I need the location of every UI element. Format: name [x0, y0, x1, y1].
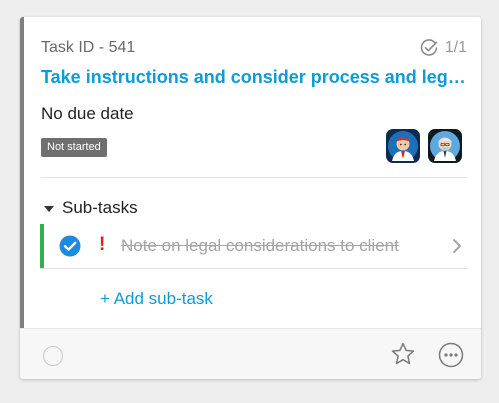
- divider: [41, 177, 467, 178]
- checklist-count-text: 1/1: [444, 39, 467, 56]
- checklist-count: 1/1: [419, 38, 467, 58]
- check-circle-icon: [419, 38, 439, 58]
- due-date[interactable]: No due date: [41, 104, 134, 124]
- assignee-avatar-2[interactable]: [428, 129, 462, 163]
- task-id: Task ID - 541: [41, 39, 136, 56]
- subtasks-header-label: Sub-tasks: [62, 198, 138, 217]
- caret-down-icon: [44, 206, 54, 212]
- subtask-row[interactable]: ! Note on legal considerations to client: [40, 224, 468, 269]
- card-footer: [20, 328, 481, 379]
- task-card[interactable]: Task ID - 541 1/1 Take instructions and …: [20, 17, 481, 379]
- subtask-title[interactable]: Note on legal considerations to client: [121, 236, 436, 256]
- checkmark-circle-icon[interactable]: [59, 235, 81, 257]
- subtasks-toggle[interactable]: Sub-tasks: [44, 198, 138, 218]
- chevron-right-icon[interactable]: [451, 238, 463, 254]
- star-icon[interactable]: [390, 341, 416, 367]
- subtask-status-bar: [40, 224, 44, 268]
- task-title[interactable]: Take instructions and consider process a…: [41, 67, 466, 88]
- add-subtask-button[interactable]: + Add sub-task: [100, 289, 213, 309]
- assignee-avatar-1[interactable]: [386, 129, 420, 163]
- status-badge[interactable]: Not started: [41, 138, 107, 157]
- priority-flag: !: [99, 234, 106, 255]
- card-accent-bar: [20, 17, 24, 328]
- circle-icon[interactable]: [43, 346, 63, 366]
- more-horizontal-icon[interactable]: [438, 342, 464, 368]
